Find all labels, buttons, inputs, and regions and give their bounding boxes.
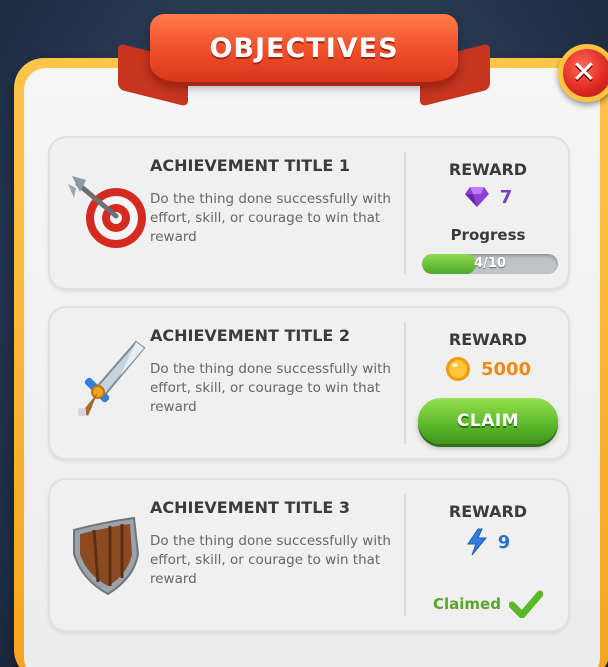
popup-title: OBJECTIVES (209, 32, 399, 64)
title-banner: OBJECTIVES (150, 14, 458, 82)
achievement-description: Do the thing done successfully with effo… (150, 361, 391, 415)
claimed-status: Claimed (418, 590, 558, 618)
reward-value: 7 (499, 186, 513, 208)
card-divider (404, 322, 406, 444)
achievement-card-2: ACHIEVEMENT TITLE 2 Do the thing done su… (48, 306, 570, 460)
gem-icon (464, 187, 489, 207)
reward-label: REWARD (448, 330, 528, 349)
coin-icon (445, 357, 470, 381)
checkmark-icon (508, 590, 543, 618)
progress-label: Progress (450, 226, 526, 244)
card-divider (404, 152, 406, 274)
reward-value: 5000 (480, 358, 532, 380)
achievement-title: ACHIEVEMENT TITLE 3 (150, 498, 351, 517)
shield-icon (73, 516, 140, 596)
reward-row: 7 (418, 186, 558, 208)
target-arrow-icon (68, 176, 146, 248)
achievement-description: Do the thing done successfully with effo… (150, 533, 391, 587)
progress-text: 4/10 (474, 256, 506, 271)
claimed-label: Claimed (433, 595, 501, 613)
achievement-card-3: ACHIEVEMENT TITLE 3 Do the thing done su… (48, 478, 570, 632)
achievement-card-1: ACHIEVEMENT TITLE 1 Do the thing done su… (48, 136, 570, 290)
reward-label: REWARD (448, 502, 528, 521)
reward-row: 5000 (418, 356, 558, 382)
claim-button[interactable]: CLAIM (418, 398, 558, 444)
sword-icon (78, 340, 146, 416)
close-icon: ✕ (571, 55, 597, 90)
achievement-title: ACHIEVEMENT TITLE 1 (150, 156, 351, 175)
lightning-icon (466, 528, 487, 556)
close-button[interactable]: ✕ (558, 44, 608, 102)
progress-bar: 4/10 (422, 254, 558, 274)
achievement-description: Do the thing done successfully with effo… (150, 191, 391, 245)
reward-row: 9 (418, 528, 558, 556)
reward-label: REWARD (448, 160, 528, 179)
achievement-title: ACHIEVEMENT TITLE 2 (150, 326, 351, 345)
card-divider (404, 494, 406, 616)
reward-value: 9 (497, 531, 511, 553)
